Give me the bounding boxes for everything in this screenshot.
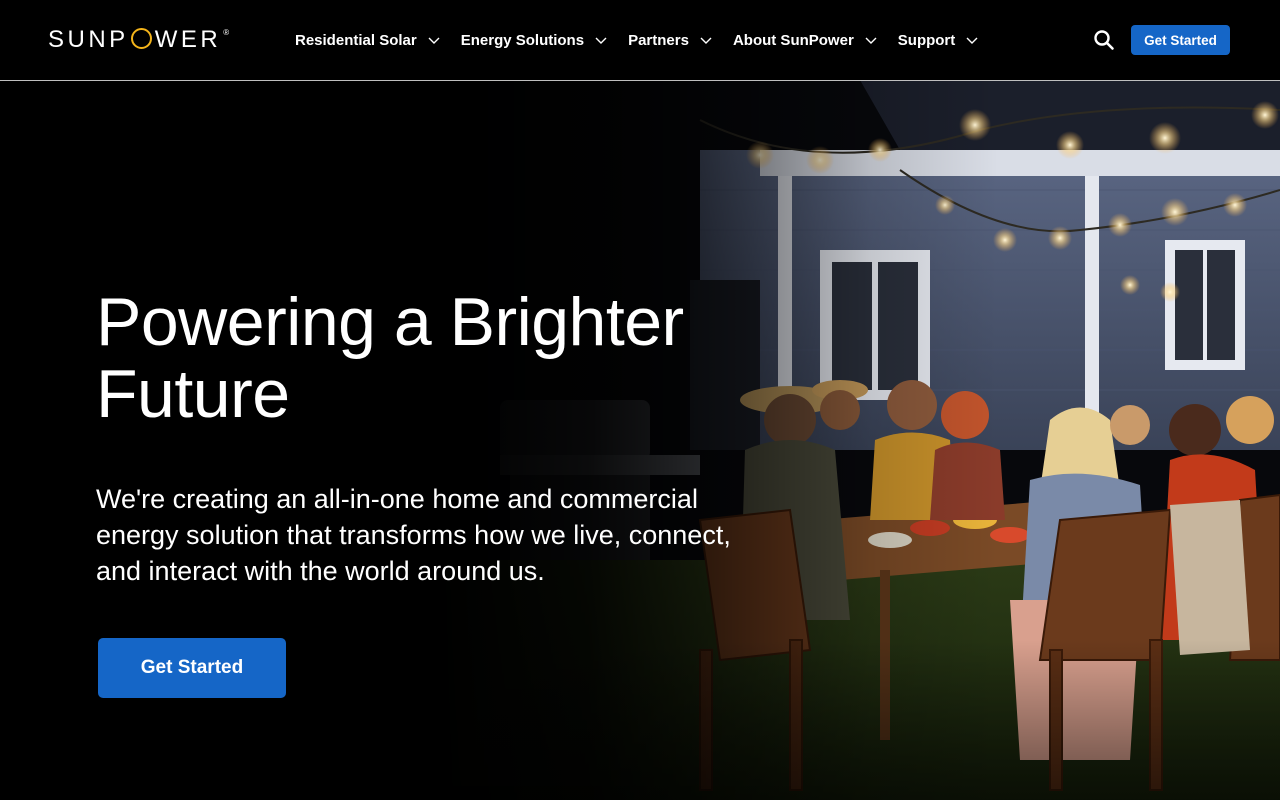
chevron-down-icon (865, 37, 877, 44)
nav-item-residential-solar[interactable]: Residential Solar (295, 0, 441, 80)
chevron-down-icon (700, 37, 712, 44)
sunpower-logo[interactable]: SUNP WER ® (48, 26, 229, 54)
hero-subtitle: We're creating an all-in-one home and co… (96, 484, 731, 586)
logo-text-left: SUNP (48, 26, 129, 53)
nav-item-support[interactable]: Support (898, 0, 980, 80)
nav-item-about-sunpower[interactable]: About SunPower (733, 0, 878, 80)
nav-item-energy-solutions[interactable]: Energy Solutions (461, 0, 608, 80)
nav-item-label: Support (897, 31, 956, 49)
main-nav: Residential Solar Energy Solutions Partn… (295, 0, 999, 80)
search-icon[interactable] (1093, 29, 1115, 51)
nav-item-label: About SunPower (732, 31, 854, 49)
chevron-down-icon (428, 37, 440, 44)
hero-title: Powering a Brighter Future (96, 284, 684, 432)
chevron-down-icon (966, 37, 978, 44)
nav-item-label: Energy Solutions (460, 31, 585, 49)
registered-mark: ® (223, 28, 230, 37)
header-get-started-button[interactable]: Get Started (1131, 25, 1230, 55)
nav-item-label: Residential Solar (295, 31, 417, 49)
logo-text-right: WER (154, 26, 222, 53)
site-header: SUNP WER ® Residential Solar Energy Solu… (0, 0, 1280, 81)
nav-item-label: Partners (628, 31, 689, 49)
nav-item-partners[interactable]: Partners (628, 0, 713, 80)
page: SUNP WER ® Residential Solar Energy Solu… (0, 0, 1280, 800)
sun-o-icon (130, 28, 152, 49)
hero-get-started-button[interactable]: Get Started (98, 638, 286, 698)
chevron-down-icon (595, 37, 607, 44)
